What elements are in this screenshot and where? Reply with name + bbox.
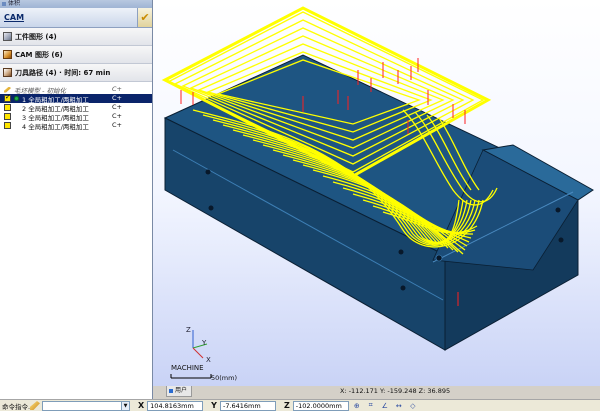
section-toolpaths[interactable]: 刀具路径 (4) · 时间: 67 min	[0, 64, 152, 82]
x-coordinate-label: X	[138, 401, 145, 410]
command-label: 命令指令...	[2, 402, 30, 411]
scale-bar: 50(mm)	[170, 374, 237, 382]
tree-item-coordinate: C+	[112, 94, 122, 102]
operation-checkbox[interactable]	[4, 93, 11, 102]
snap-axis-icon[interactable]: ↔	[393, 401, 405, 411]
x-coordinate-input[interactable]	[147, 400, 204, 411]
cam-tab-row: CAM ✔	[0, 8, 152, 28]
viewport-scene: Z Y X MACHINE 50(mm)	[161, 6, 594, 382]
pencil-icon	[30, 401, 40, 410]
operation-checkbox[interactable]	[4, 113, 11, 120]
toolpath-icon	[3, 68, 12, 77]
status-dot-icon	[14, 96, 19, 101]
tree-item-coordinate: C+	[112, 112, 122, 120]
cam-geometry-icon	[3, 50, 12, 59]
operation-tree: 毛坯模型 - 初始化 C+ 1 全局粗加工/两粗加工 C+ 2 全局粗加工/两粗…	[0, 82, 152, 131]
panel-icon	[2, 2, 6, 6]
snap-point-icon[interactable]: ⊕	[351, 401, 363, 411]
command-input[interactable]	[42, 400, 122, 411]
chevron-down-icon[interactable]: ▼	[122, 400, 130, 411]
operation-checkbox[interactable]	[4, 122, 11, 129]
tree-item-label: 4 全局粗加工/两粗加工	[22, 122, 89, 131]
section-cam-geometry[interactable]: CAM 图形 (6)	[0, 46, 152, 64]
y-coordinate-label: Y	[211, 401, 217, 410]
y-coordinate-input[interactable]	[219, 400, 276, 411]
panel-title-bar: 体积	[0, 0, 152, 8]
scale-label: 50(mm)	[211, 374, 237, 382]
operation-checkbox[interactable]	[4, 104, 11, 111]
machine-label: MACHINE	[171, 364, 204, 372]
3d-viewport[interactable]: Z Y X MACHINE 50(mm)	[153, 0, 600, 386]
tree-item-operation-4[interactable]: 4 全局粗加工/两粗加工 C+	[0, 121, 152, 131]
pencil-icon	[4, 86, 11, 93]
axis-triad: Z Y X MACHINE	[171, 326, 211, 372]
z-coordinate-input[interactable]	[292, 400, 349, 411]
triad-z-label: Z	[186, 326, 191, 334]
triad-x-label: X	[206, 356, 211, 364]
triad-y-label: Y	[201, 339, 207, 347]
section-part-geometry[interactable]: 工件图形 (4)	[0, 28, 152, 46]
cam-manager-panel: 体积 CAM ✔ 工件图形 (4) CAM 图形 (6) 刀具路径 (4) · …	[0, 0, 153, 400]
panel-title: 体积	[8, 0, 21, 7]
z-coordinate-label: Z	[283, 401, 290, 410]
status-bar: 命令指令... ▼ X Y Z ⊕ ⌗ ∠ ↔ ◇	[0, 399, 600, 411]
tree-item-coordinate: C+	[112, 121, 122, 129]
tab-cam[interactable]: CAM	[0, 8, 137, 27]
part-geometry-icon	[3, 32, 12, 41]
confirm-check-icon[interactable]: ✔	[137, 8, 152, 27]
tree-item-coordinate: C+	[112, 85, 122, 93]
section-label: CAM 图形 (6)	[15, 50, 63, 59]
snap-angle-icon[interactable]: ∠	[379, 401, 391, 411]
snap-plane-icon[interactable]: ◇	[407, 401, 419, 411]
section-label: 工件图形 (4)	[15, 32, 57, 41]
snap-grid-icon[interactable]: ⌗	[365, 401, 377, 411]
tab-user[interactable]: 用户	[166, 386, 192, 397]
tree-item-coordinate: C+	[112, 103, 122, 111]
cursor-coordinates: X: -112.171 Y: -159.248 Z: 36.895	[340, 387, 451, 395]
section-label: 刀具路径 (4) · 时间: 67 min	[15, 68, 111, 77]
